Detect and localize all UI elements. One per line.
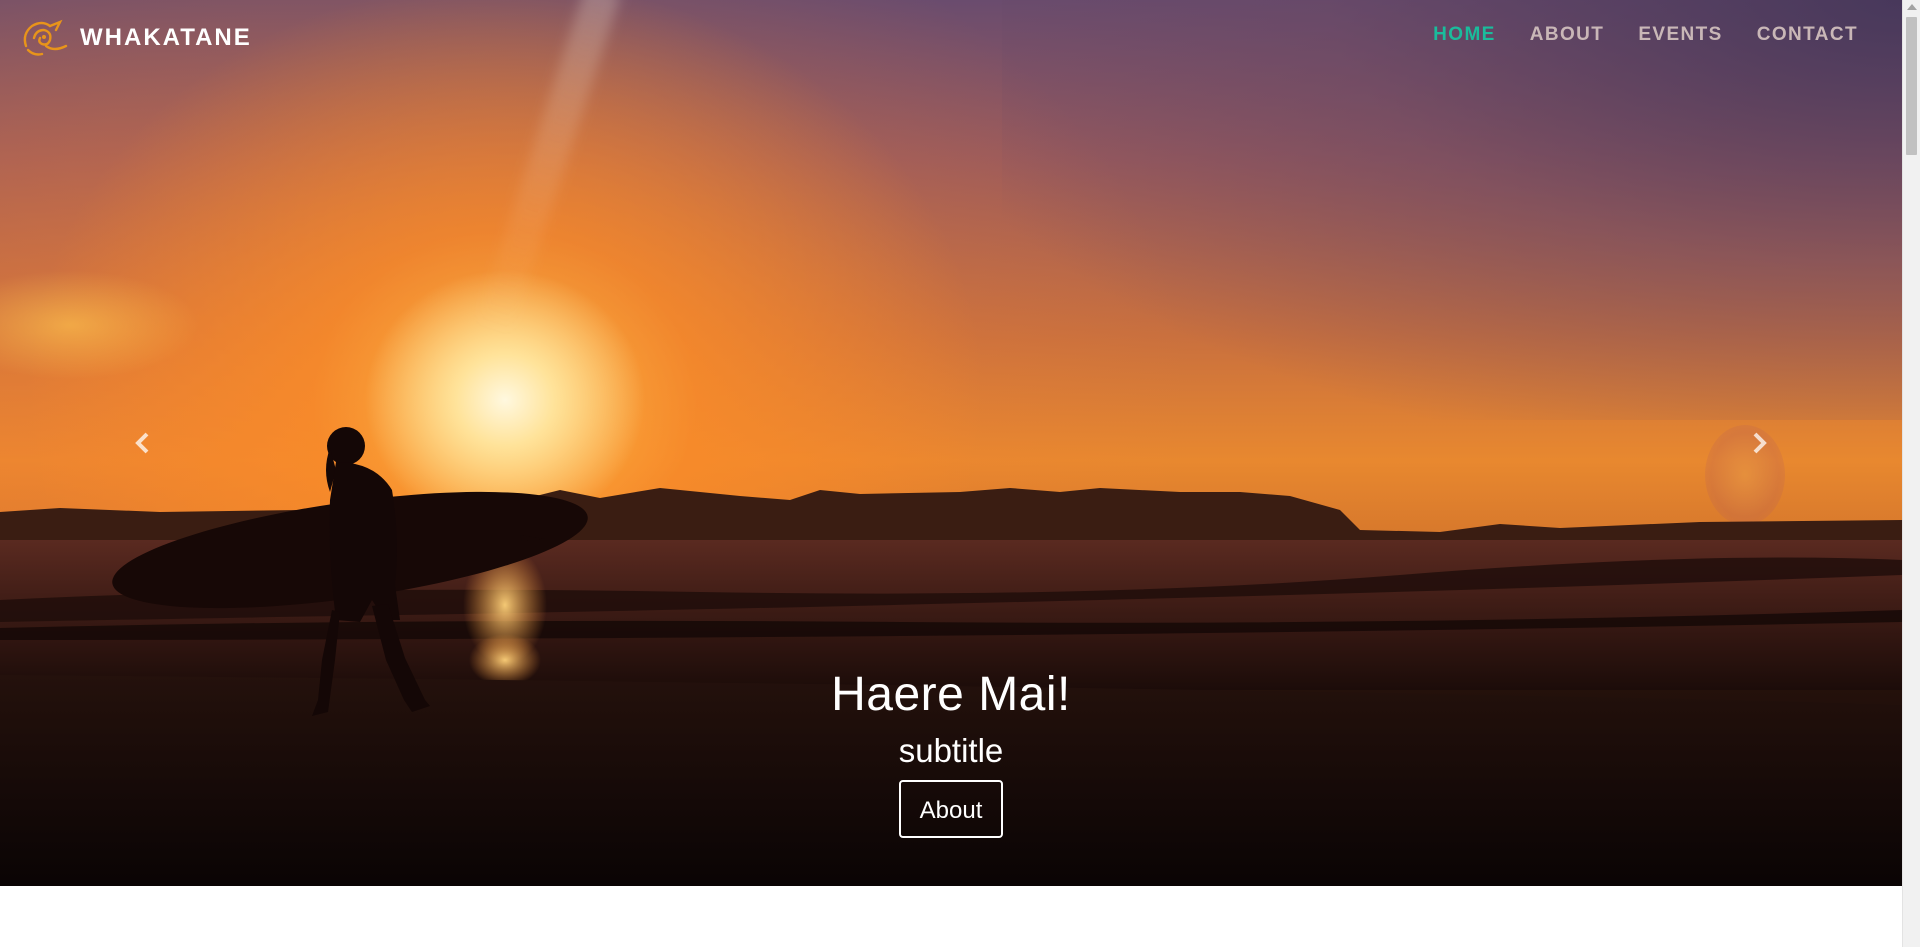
nav-item-events[interactable]: EVENTS	[1638, 24, 1722, 46]
koru-bird-logo-icon	[23, 19, 68, 56]
top-navbar: WHAKATANE HOME ABOUT EVENTS CONTACT	[0, 0, 1902, 74]
brand-name: WHAKATANE	[80, 24, 252, 51]
carousel-caption: Haere Mai! subtitle About	[0, 664, 1902, 838]
chevron-left-icon	[135, 432, 149, 454]
nav-menu: HOME ABOUT EVENTS CONTACT	[1433, 24, 1858, 46]
hero-subtitle: subtitle	[898, 732, 1004, 769]
scroll-up-arrow-icon[interactable]	[1907, 4, 1917, 10]
carousel-prev-button[interactable]	[128, 428, 158, 458]
scroll-thumb[interactable]	[1906, 17, 1917, 155]
brand-link[interactable]: WHAKATANE	[20, 16, 252, 60]
hero-carousel: WHAKATANE HOME ABOUT EVENTS CONTACT Haer…	[0, 0, 1902, 886]
about-button[interactable]: About	[898, 780, 1004, 838]
page-scrollbar[interactable]	[1902, 0, 1920, 947]
nav-item-about[interactable]: ABOUT	[1530, 24, 1605, 46]
nav-item-home[interactable]: HOME	[1433, 24, 1496, 46]
carousel-next-button[interactable]	[1744, 428, 1774, 458]
chevron-right-icon	[1753, 432, 1767, 454]
nav-item-contact[interactable]: CONTACT	[1757, 24, 1858, 46]
hero-title: Haere Mai!	[831, 668, 1071, 721]
